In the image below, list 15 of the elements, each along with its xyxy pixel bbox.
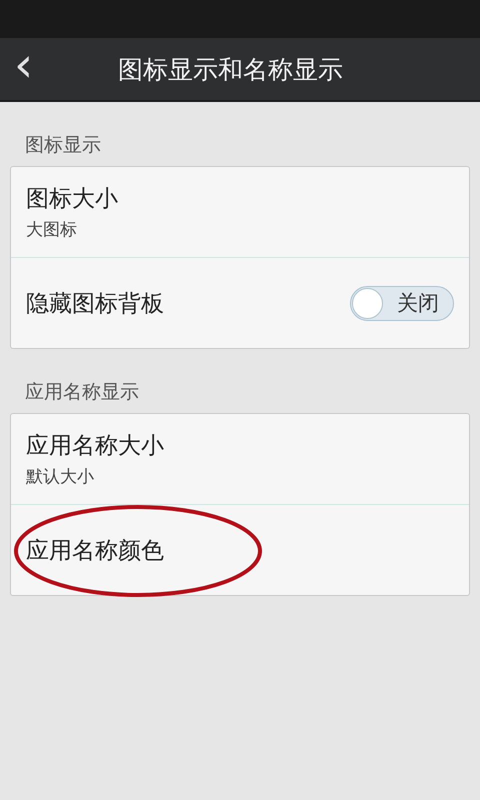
- settings-row[interactable]: 图标大小 大图标: [11, 167, 469, 257]
- setting-title: 图标大小: [26, 185, 119, 214]
- section-label: 应用名称显示: [24, 380, 140, 405]
- back-button[interactable]: ‹: [0, 41, 60, 97]
- setting-title: 隐藏图标背板: [26, 290, 165, 318]
- section-label: 图标显示: [24, 133, 102, 158]
- setting-title: 应用名称大小: [26, 432, 165, 461]
- setting-value: 大图标: [26, 219, 78, 241]
- settings-row[interactable]: 应用名称大小 默认大小: [11, 414, 469, 504]
- toggle-switch[interactable]: 关闭: [350, 286, 454, 320]
- setting-title: 应用名称颜色: [26, 536, 165, 566]
- screen-title: 图标显示和名称显示: [118, 54, 343, 86]
- settings-row[interactable]: 应用名称颜色: [11, 504, 469, 595]
- setting-value: 默认大小: [26, 466, 95, 488]
- settings-row[interactable]: 隐藏图标背板 关闭: [11, 257, 469, 348]
